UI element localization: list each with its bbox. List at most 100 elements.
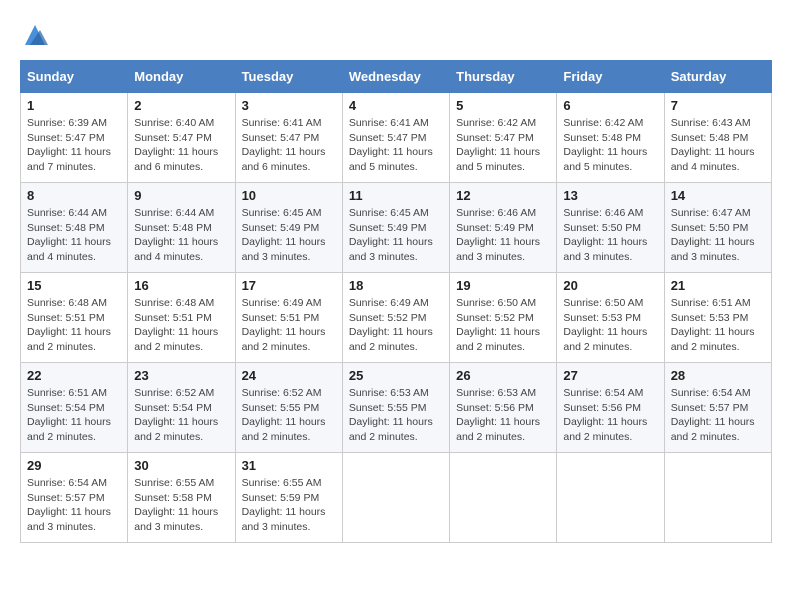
empty-cell [664, 453, 771, 543]
calendar-table: SundayMondayTuesdayWednesdayThursdayFrid… [20, 60, 772, 543]
calendar-day-9: 9Sunrise: 6:44 AMSunset: 5:48 PMDaylight… [128, 183, 235, 273]
calendar-day-30: 30 Sunrise: 6:55 AMSunset: 5:58 PMDayligh… [128, 453, 235, 543]
calendar-day-27: 27 Sunrise: 6:54 AMSunset: 5:56 PMDayligh… [557, 363, 664, 453]
day-info-3: Sunrise: 6:41 AMSunset: 5:47 PMDaylight:… [242, 116, 336, 175]
calendar-day-2: 2 Sunrise: 6:40 AMSunset: 5:47 PMDaylight… [128, 93, 235, 183]
day-info-29: Sunrise: 6:54 AMSunset: 5:57 PMDaylight:… [27, 476, 121, 535]
day-info-24: Sunrise: 6:52 AMSunset: 5:55 PMDaylight:… [242, 386, 336, 445]
day-info-18: Sunrise: 6:49 AMSunset: 5:52 PMDaylight:… [349, 296, 443, 355]
day-info-22: Sunrise: 6:51 AMSunset: 5:54 PMDaylight:… [27, 386, 121, 445]
weekday-header-friday: Friday [557, 61, 664, 93]
day-info-16: Sunrise: 6:48 AMSunset: 5:51 PMDaylight:… [134, 296, 228, 355]
empty-cell [342, 453, 449, 543]
calendar-day-19: 19 Sunrise: 6:50 AMSunset: 5:52 PMDayligh… [450, 273, 557, 363]
day-info-9: Sunrise: 6:44 AMSunset: 5:48 PMDaylight:… [134, 206, 228, 265]
calendar-day-4: 4Sunrise: 6:41 AMSunset: 5:47 PMDaylight… [342, 93, 449, 183]
day-number-22: 22 [27, 368, 121, 383]
day-info-21: Sunrise: 6:51 AMSunset: 5:53 PMDaylight:… [671, 296, 765, 355]
calendar-day-20: 20 Sunrise: 6:50 AMSunset: 5:53 PMDayligh… [557, 273, 664, 363]
day-number-5: 5 [456, 98, 550, 113]
calendar-day-1: 1Sunrise: 6:39 AMSunset: 5:47 PMDaylight… [21, 93, 128, 183]
day-number-20: 20 [563, 278, 657, 293]
day-info-15: Sunrise: 6:48 AMSunset: 5:51 PMDaylight:… [27, 296, 121, 355]
day-number-7: 7 [671, 98, 765, 113]
calendar-week-1: 1Sunrise: 6:39 AMSunset: 5:47 PMDaylight… [21, 93, 772, 183]
calendar-week-5: 29Sunrise: 6:54 AMSunset: 5:57 PMDayligh… [21, 453, 772, 543]
day-number-12: 12 [456, 188, 550, 203]
calendar-day-15: 15Sunrise: 6:48 AMSunset: 5:51 PMDayligh… [21, 273, 128, 363]
weekday-header-thursday: Thursday [450, 61, 557, 93]
day-number-27: 27 [563, 368, 657, 383]
day-info-10: Sunrise: 6:45 AMSunset: 5:49 PMDaylight:… [242, 206, 336, 265]
day-number-21: 21 [671, 278, 765, 293]
calendar-day-5: 5 Sunrise: 6:42 AMSunset: 5:47 PMDaylight… [450, 93, 557, 183]
calendar-day-12: 12 Sunrise: 6:46 AMSunset: 5:49 PMDayligh… [450, 183, 557, 273]
calendar-day-23: 23Sunrise: 6:52 AMSunset: 5:54 PMDayligh… [128, 363, 235, 453]
day-number-8: 8 [27, 188, 121, 203]
day-info-5: Sunrise: 6:42 AMSunset: 5:47 PMDaylight:… [456, 116, 550, 175]
day-number-30: 30 [134, 458, 228, 473]
day-number-18: 18 [349, 278, 443, 293]
calendar-day-17: 17Sunrise: 6:49 AMSunset: 5:51 PMDayligh… [235, 273, 342, 363]
weekday-header-sunday: Sunday [21, 61, 128, 93]
weekday-header-wednesday: Wednesday [342, 61, 449, 93]
day-number-24: 24 [242, 368, 336, 383]
day-info-8: Sunrise: 6:44 AMSunset: 5:48 PMDaylight:… [27, 206, 121, 265]
calendar-week-2: 8 Sunrise: 6:44 AMSunset: 5:48 PMDaylight… [21, 183, 772, 273]
day-info-11: Sunrise: 6:45 AMSunset: 5:49 PMDaylight:… [349, 206, 443, 265]
day-info-17: Sunrise: 6:49 AMSunset: 5:51 PMDaylight:… [242, 296, 336, 355]
day-number-31: 31 [242, 458, 336, 473]
calendar-header: SundayMondayTuesdayWednesdayThursdayFrid… [21, 61, 772, 93]
calendar-day-26: 26Sunrise: 6:53 AMSunset: 5:56 PMDayligh… [450, 363, 557, 453]
weekday-header-monday: Monday [128, 61, 235, 93]
calendar-week-3: 15Sunrise: 6:48 AMSunset: 5:51 PMDayligh… [21, 273, 772, 363]
day-number-4: 4 [349, 98, 443, 113]
day-info-14: Sunrise: 6:47 AMSunset: 5:50 PMDaylight:… [671, 206, 765, 265]
calendar-day-25: 25 Sunrise: 6:53 AMSunset: 5:55 PMDayligh… [342, 363, 449, 453]
calendar-day-10: 10Sunrise: 6:45 AMSunset: 5:49 PMDayligh… [235, 183, 342, 273]
day-info-6: Sunrise: 6:42 AMSunset: 5:48 PMDaylight:… [563, 116, 657, 175]
day-number-13: 13 [563, 188, 657, 203]
page-header [20, 20, 772, 50]
calendar-day-16: 16 Sunrise: 6:48 AMSunset: 5:51 PMDayligh… [128, 273, 235, 363]
weekday-header-saturday: Saturday [664, 61, 771, 93]
calendar-body: 1Sunrise: 6:39 AMSunset: 5:47 PMDaylight… [21, 93, 772, 543]
empty-cell [557, 453, 664, 543]
day-info-25: Sunrise: 6:53 AMSunset: 5:55 PMDaylight:… [349, 386, 443, 445]
day-info-2: Sunrise: 6:40 AMSunset: 5:47 PMDaylight:… [134, 116, 228, 175]
logo [20, 20, 54, 50]
day-info-23: Sunrise: 6:52 AMSunset: 5:54 PMDaylight:… [134, 386, 228, 445]
calendar-week-4: 22 Sunrise: 6:51 AMSunset: 5:54 PMDayligh… [21, 363, 772, 453]
day-number-19: 19 [456, 278, 550, 293]
day-number-2: 2 [134, 98, 228, 113]
day-info-31: Sunrise: 6:55 AMSunset: 5:59 PMDaylight:… [242, 476, 336, 535]
day-info-20: Sunrise: 6:50 AMSunset: 5:53 PMDaylight:… [563, 296, 657, 355]
day-info-27: Sunrise: 6:54 AMSunset: 5:56 PMDaylight:… [563, 386, 657, 445]
calendar-day-7: 7Sunrise: 6:43 AMSunset: 5:48 PMDaylight… [664, 93, 771, 183]
day-info-13: Sunrise: 6:46 AMSunset: 5:50 PMDaylight:… [563, 206, 657, 265]
day-info-30: Sunrise: 6:55 AMSunset: 5:58 PMDaylight:… [134, 476, 228, 535]
day-number-16: 16 [134, 278, 228, 293]
logo-icon [20, 20, 50, 50]
day-number-25: 25 [349, 368, 443, 383]
day-number-3: 3 [242, 98, 336, 113]
calendar-day-21: 21 Sunrise: 6:51 AMSunset: 5:53 PMDayligh… [664, 273, 771, 363]
calendar-day-29: 29Sunrise: 6:54 AMSunset: 5:57 PMDayligh… [21, 453, 128, 543]
calendar-day-13: 13 Sunrise: 6:46 AMSunset: 5:50 PMDayligh… [557, 183, 664, 273]
calendar-day-8: 8 Sunrise: 6:44 AMSunset: 5:48 PMDaylight… [21, 183, 128, 273]
day-number-28: 28 [671, 368, 765, 383]
day-number-14: 14 [671, 188, 765, 203]
empty-cell [450, 453, 557, 543]
calendar-day-24: 24 Sunrise: 6:52 AMSunset: 5:55 PMDayligh… [235, 363, 342, 453]
calendar-day-22: 22 Sunrise: 6:51 AMSunset: 5:54 PMDayligh… [21, 363, 128, 453]
calendar-day-3: 3 Sunrise: 6:41 AMSunset: 5:47 PMDaylight… [235, 93, 342, 183]
calendar-day-18: 18 Sunrise: 6:49 AMSunset: 5:52 PMDayligh… [342, 273, 449, 363]
weekday-header-row: SundayMondayTuesdayWednesdayThursdayFrid… [21, 61, 772, 93]
day-number-1: 1 [27, 98, 121, 113]
calendar-day-11: 11Sunrise: 6:45 AMSunset: 5:49 PMDayligh… [342, 183, 449, 273]
day-number-26: 26 [456, 368, 550, 383]
day-info-19: Sunrise: 6:50 AMSunset: 5:52 PMDaylight:… [456, 296, 550, 355]
calendar-day-6: 6Sunrise: 6:42 AMSunset: 5:48 PMDaylight… [557, 93, 664, 183]
calendar-day-31: 31 Sunrise: 6:55 AMSunset: 5:59 PMDayligh… [235, 453, 342, 543]
day-info-12: Sunrise: 6:46 AMSunset: 5:49 PMDaylight:… [456, 206, 550, 265]
